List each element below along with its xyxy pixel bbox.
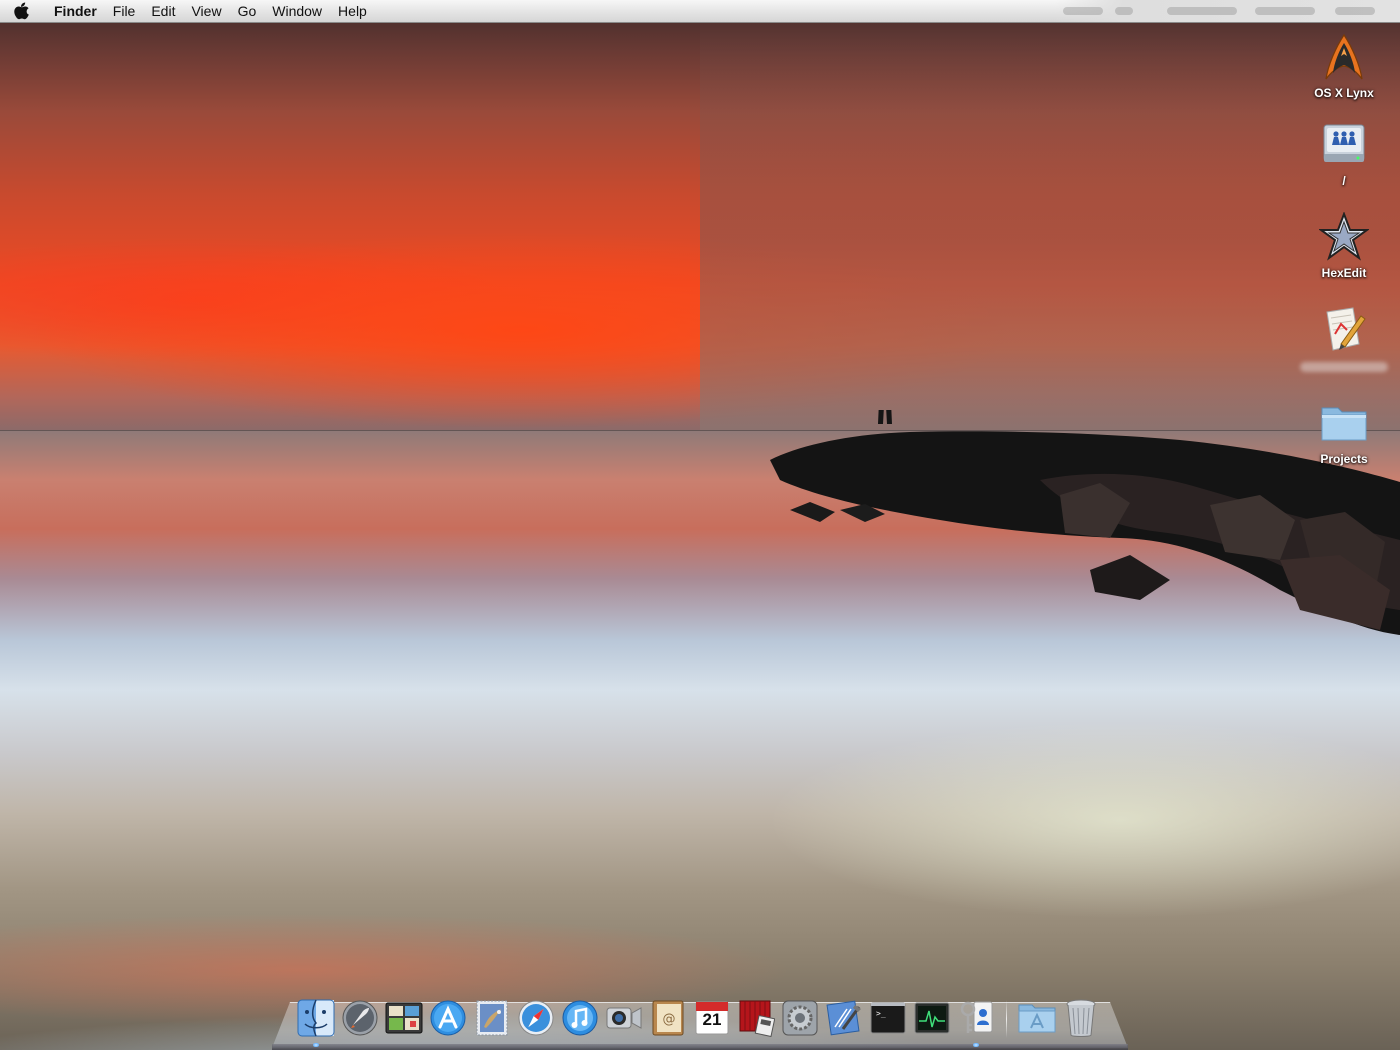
desktop-icon-label-blurred [1300,362,1388,372]
desktop-icon-network-volume[interactable]: / [1294,118,1394,189]
system-preferences-icon[interactable] [780,998,820,1038]
running-indicator [973,1043,979,1047]
activity-monitor-icon[interactable] [912,998,952,1038]
terminal-icon[interactable]: >_ [868,998,908,1038]
itunes-icon[interactable] [560,998,600,1038]
menu-extra[interactable] [1335,7,1375,15]
desktop-icon-label: OS X Lynx [1314,86,1374,100]
menu-app-finder[interactable]: Finder [44,0,105,22]
document-pen-icon [1317,302,1371,356]
menu-extra[interactable] [1063,7,1103,15]
launchpad-rocket-icon[interactable] [340,998,380,1038]
network-drive-icon [1317,118,1371,172]
svg-text:>_: >_ [876,1009,886,1018]
desktop-icon-document[interactable] [1294,302,1394,372]
desktop-icon-label: HexEdit [1321,266,1367,280]
menu-file[interactable]: File [105,0,144,22]
menu-extras-area [1055,0,1400,22]
desktop-icon-os-x-lynx[interactable]: OS X Lynx [1294,30,1394,101]
address-book-icon[interactable]: @ [648,998,688,1038]
running-indicator [313,1043,319,1047]
xcode-icon[interactable] [824,998,864,1038]
calendar-icon[interactable]: 21 [692,998,732,1038]
starfleet-insignia-icon [1317,30,1371,84]
photo-booth-icon[interactable] [384,998,424,1038]
sand-reflection [500,700,1400,960]
menu-help[interactable]: Help [330,0,375,22]
menu-go[interactable]: Go [230,0,265,22]
folder-icon [1317,396,1371,450]
menu-view[interactable]: View [183,0,229,22]
app-store-icon[interactable] [428,998,468,1038]
desktop-icon-hexedit[interactable]: HexEdit [1294,210,1394,281]
mail-stamp-icon[interactable] [472,998,512,1038]
desktop-wallpaper [0,0,1400,1050]
desktop-icon-label: Projects [1320,452,1368,466]
desktop-icon-projects[interactable]: Projects [1294,396,1394,467]
apple-logo-icon[interactable] [0,0,44,22]
svg-text:@: @ [663,1012,676,1027]
menu-edit[interactable]: Edit [143,0,183,22]
trash-icon[interactable] [1061,998,1101,1038]
menu-extra[interactable] [1115,7,1133,15]
dock: @ 21 >_ [296,994,1101,1047]
photo-booth-curtain-icon[interactable] [736,998,776,1038]
facetime-camera-icon[interactable] [604,998,644,1038]
menu-window[interactable]: Window [264,0,330,22]
keychain-access-icon[interactable] [956,998,996,1047]
menu-bar: Finder File Edit View Go Window Help [0,0,1400,23]
pentagram-star-icon [1317,210,1371,264]
dock-shelf-edge [272,1044,1128,1050]
safari-compass-icon[interactable] [516,998,556,1038]
finder-icon[interactable] [296,998,336,1047]
menu-extra[interactable] [1167,7,1237,15]
menu-extra[interactable] [1255,7,1315,15]
calendar-day-number: 21 [702,1010,722,1029]
dock-separator [1006,1000,1007,1038]
applications-folder-icon[interactable] [1017,998,1057,1038]
desktop-icon-label: / [1342,174,1346,188]
